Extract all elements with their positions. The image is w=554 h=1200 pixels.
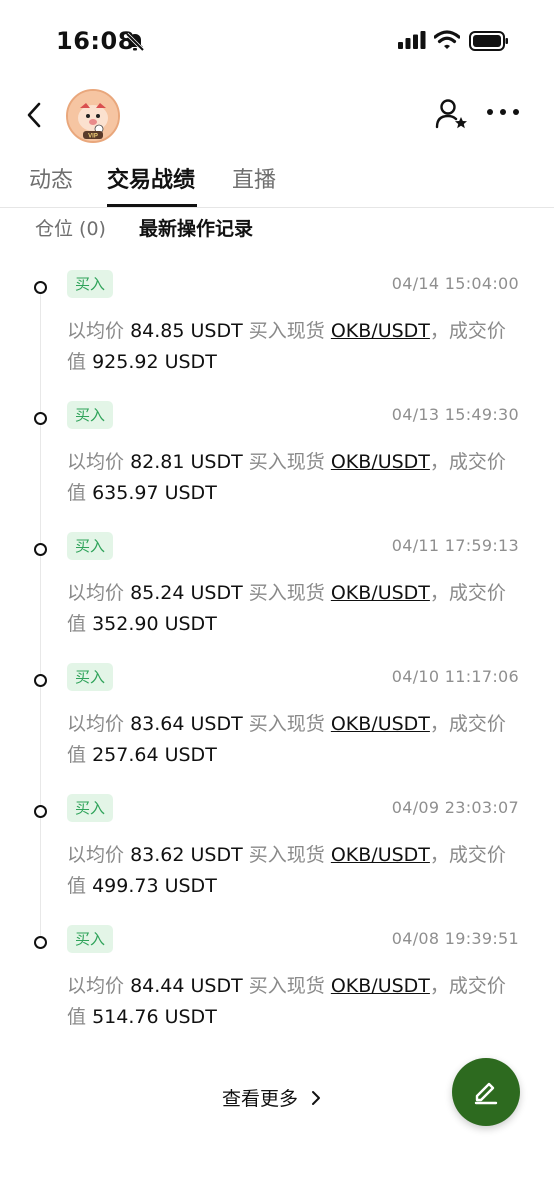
- profile-header: VIP: [0, 84, 554, 146]
- trade-value: 499.73: [92, 875, 159, 897]
- trading-pair-link[interactable]: OKB/USDT: [331, 451, 430, 473]
- trade-value: 257.64: [92, 744, 159, 766]
- see-more-label: 查看更多: [222, 1088, 299, 1110]
- tab-trading-record[interactable]: 交易战绩: [107, 162, 195, 194]
- follow-user-icon[interactable]: [434, 96, 470, 132]
- record-time: 04/14 15:04:00: [391, 274, 519, 293]
- record-value: 值 514.76 USDT: [67, 1006, 217, 1028]
- profile-tabs: 动态 交易战绩 直播: [0, 150, 554, 208]
- chevron-right-icon: [312, 1090, 321, 1105]
- trading-pair-link[interactable]: OKB/USDT: [331, 582, 430, 604]
- record-time: 04/08 19:39:51: [391, 929, 519, 948]
- action-badge: 买入: [67, 925, 114, 953]
- active-tab-indicator: [107, 204, 197, 207]
- trade-value: 514.76: [92, 1006, 159, 1028]
- avg-price: 83.62: [130, 844, 185, 866]
- record-value: 值 352.90 USDT: [67, 613, 217, 635]
- record-description: 以均价 85.24 USDT 买入现货 OKB/USDT，成交价: [67, 582, 506, 604]
- avatar-image: VIP: [68, 91, 118, 141]
- subtab-latest-operations[interactable]: 最新操作记录: [139, 214, 253, 241]
- record-description: 以均价 84.44 USDT 买入现货 OKB/USDT，成交价: [67, 975, 506, 997]
- avg-price: 82.81: [130, 451, 185, 473]
- action-badge: 买入: [67, 532, 114, 560]
- avg-price: 83.64: [130, 713, 185, 735]
- subtab-positions[interactable]: 仓位 (0): [35, 214, 106, 241]
- record-value: 值 257.64 USDT: [67, 744, 217, 766]
- record-subtabs: 仓位 (0) 最新操作记录: [0, 214, 554, 244]
- compose-button[interactable]: [452, 1058, 520, 1126]
- tab-live[interactable]: 直播: [232, 162, 276, 194]
- trading-pair-link[interactable]: OKB/USDT: [331, 844, 430, 866]
- timeline-dot: [34, 805, 47, 818]
- timeline-dot: [34, 543, 47, 556]
- action-badge: 买入: [67, 663, 114, 691]
- trade-value: 352.90: [92, 613, 159, 635]
- record-time: 04/13 15:49:30: [391, 405, 519, 424]
- avatar[interactable]: VIP: [66, 89, 120, 143]
- list-item[interactable]: 买入 04/09 23:03:07 以均价 83.62 USDT 买入现货 OK…: [0, 792, 554, 912]
- record-description: 以均价 83.62 USDT 买入现货 OKB/USDT，成交价: [67, 844, 506, 866]
- bell-muted-icon: [125, 32, 145, 52]
- record-description: 以均价 84.85 USDT 买入现货 OKB/USDT，成交价: [67, 320, 506, 342]
- back-button[interactable]: [20, 98, 50, 132]
- battery-icon: [469, 31, 508, 51]
- status-bar: 16:08: [0, 0, 554, 84]
- trading-pair-link[interactable]: OKB/USDT: [331, 975, 430, 997]
- record-value: 值 635.97 USDT: [67, 482, 217, 504]
- record-description: 以均价 82.81 USDT 买入现货 OKB/USDT，成交价: [67, 451, 506, 473]
- list-item[interactable]: 买入 04/13 15:49:30 以均价 82.81 USDT 买入现货 OK…: [0, 399, 554, 519]
- timeline-dot: [34, 674, 47, 687]
- record-value: 值 499.73 USDT: [67, 875, 217, 897]
- trade-value: 925.92: [92, 351, 159, 373]
- trading-pair-link[interactable]: OKB/USDT: [331, 713, 430, 735]
- vip-badge: VIP: [88, 134, 98, 140]
- record-value: 值 925.92 USDT: [67, 351, 217, 373]
- list-item[interactable]: 买入 04/11 17:59:13 以均价 85.24 USDT 买入现货 OK…: [0, 530, 554, 650]
- record-time: 04/09 23:03:07: [391, 798, 519, 817]
- list-item[interactable]: 买入 04/10 11:17:06 以均价 83.64 USDT 买入现货 OK…: [0, 661, 554, 781]
- trading-pair-link[interactable]: OKB/USDT: [331, 320, 430, 342]
- action-badge: 买入: [67, 794, 114, 822]
- timeline-dot: [34, 936, 47, 949]
- edit-pencil-icon: [474, 1082, 498, 1105]
- cellular-signal-icon: [398, 31, 426, 49]
- record-time: 04/10 11:17:06: [391, 667, 519, 686]
- record-time: 04/11 17:59:13: [391, 536, 519, 555]
- trade-value: 635.97: [92, 482, 159, 504]
- timeline-dot: [34, 281, 47, 294]
- action-badge: 买入: [67, 270, 114, 298]
- avg-price: 85.24: [130, 582, 185, 604]
- tab-feed[interactable]: 动态: [29, 162, 73, 194]
- more-options-icon[interactable]: [485, 102, 521, 122]
- timeline-dot: [34, 412, 47, 425]
- list-item[interactable]: 买入 04/08 19:39:51 以均价 84.44 USDT 买入现货 OK…: [0, 923, 554, 1043]
- wifi-icon: [434, 30, 460, 49]
- avg-price: 84.44: [130, 975, 185, 997]
- list-item[interactable]: 买入 04/14 15:04:00 以均价 84.85 USDT 买入现货 OK…: [0, 268, 554, 388]
- action-badge: 买入: [67, 401, 114, 429]
- avg-price: 84.85: [130, 320, 185, 342]
- record-description: 以均价 83.64 USDT 买入现货 OKB/USDT，成交价: [67, 713, 506, 735]
- see-more-button[interactable]: 查看更多: [222, 1084, 322, 1111]
